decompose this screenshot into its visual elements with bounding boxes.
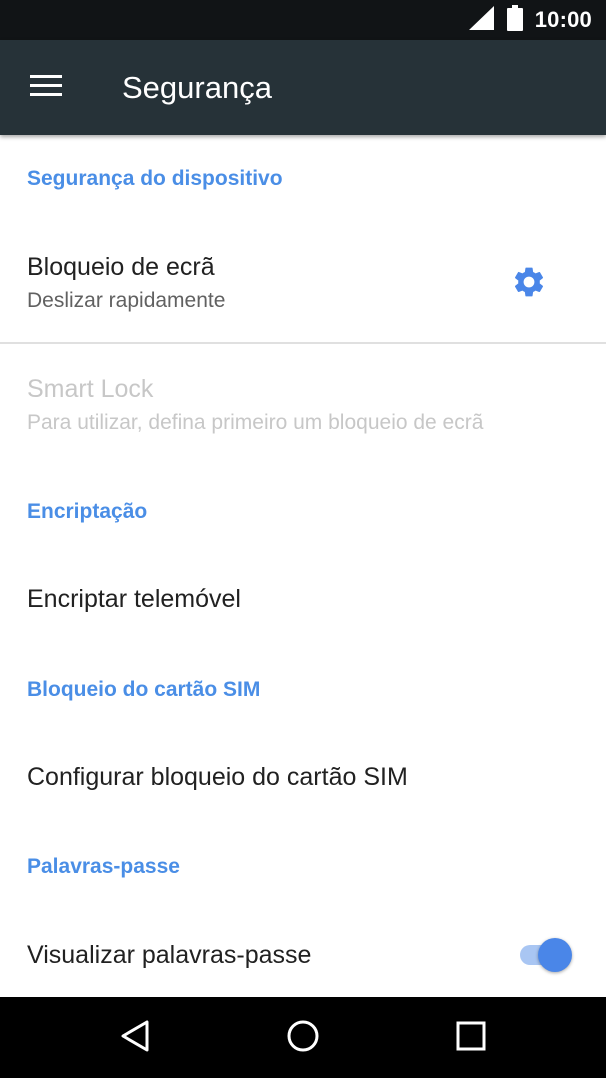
- list-item-configure-sim-lock[interactable]: Configurar bloqueio do cartão SIM: [0, 733, 606, 823]
- list-item-encrypt-phone[interactable]: Encriptar telemóvel: [0, 555, 606, 645]
- section-header-sim-lock: Bloqueio do cartão SIM: [27, 678, 261, 701]
- screen: 10:00 Segurança Segurança do dispositivo…: [0, 0, 606, 1078]
- home-icon: [286, 1019, 320, 1058]
- show-passwords-toggle[interactable]: [516, 935, 576, 975]
- app-bar: Segurança: [0, 40, 606, 135]
- screen-lock-subtitle: Deslizar rapidamente: [27, 289, 226, 312]
- menu-button[interactable]: [22, 66, 70, 110]
- back-icon: [119, 1019, 151, 1058]
- toggle-thumb: [538, 938, 572, 972]
- status-icons: 10:00: [467, 0, 592, 40]
- smart-lock-title: Smart Lock: [27, 375, 154, 403]
- section-header-passwords: Palavras-passe: [27, 855, 180, 878]
- settings-list: Segurança do dispositivo Bloqueio de ecr…: [0, 135, 606, 997]
- page-title: Segurança: [122, 70, 272, 105]
- section-header-encryption: Encriptação: [27, 500, 148, 523]
- signal-icon: [467, 5, 495, 36]
- configure-sim-lock-title: Configurar bloqueio do cartão SIM: [27, 763, 408, 791]
- back-button[interactable]: [110, 1013, 160, 1063]
- smart-lock-subtitle: Para utilizar, defina primeiro um bloque…: [27, 411, 484, 434]
- recents-button[interactable]: [446, 1013, 496, 1063]
- navigation-bar: [0, 997, 606, 1078]
- menu-icon: [30, 74, 62, 102]
- gear-icon: [511, 264, 547, 305]
- list-item-smart-lock: Smart Lock Para utilizar, defina primeir…: [0, 345, 606, 455]
- battery-icon: [506, 4, 523, 36]
- list-item-show-passwords[interactable]: Visualizar palavras-passe: [0, 911, 500, 999]
- show-passwords-title: Visualizar palavras-passe: [27, 941, 312, 969]
- recents-icon: [456, 1021, 486, 1056]
- home-button[interactable]: [278, 1013, 328, 1063]
- section-header-device-security: Segurança do dispositivo: [27, 167, 283, 190]
- screen-lock-title: Bloqueio de ecrã: [27, 253, 215, 281]
- encrypt-phone-title: Encriptar telemóvel: [27, 585, 241, 613]
- screen-lock-settings-button[interactable]: [504, 259, 554, 309]
- divider: [0, 342, 606, 344]
- status-bar: 10:00: [0, 0, 606, 40]
- status-time: 10:00: [534, 7, 592, 32]
